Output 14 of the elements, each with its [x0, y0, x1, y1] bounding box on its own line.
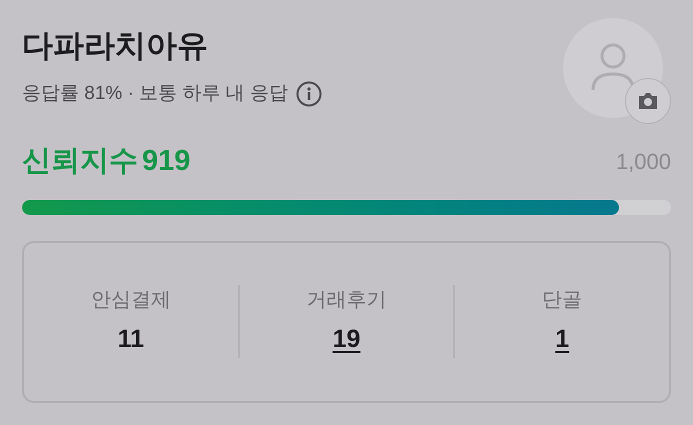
camera-icon: [637, 92, 659, 110]
stat-label: 거래후기: [306, 288, 386, 313]
trust-label: 신뢰지수: [22, 144, 138, 179]
stat-link[interactable]: 19: [332, 320, 360, 358]
info-icon[interactable]: [296, 81, 322, 108]
camera-button[interactable]: [625, 78, 671, 124]
trust-score: 919: [142, 144, 190, 179]
stat-value: 11: [118, 324, 144, 355]
response-info: 응답률 81% · 보통 하루 내 응답: [22, 82, 288, 106]
stat-link[interactable]: 1: [555, 320, 570, 358]
profile-name: 다파라치아유: [22, 27, 209, 65]
trust-max: 1,000: [616, 148, 671, 176]
stat-label: 안심결제: [90, 288, 171, 313]
stat-label: 단골: [542, 288, 582, 313]
